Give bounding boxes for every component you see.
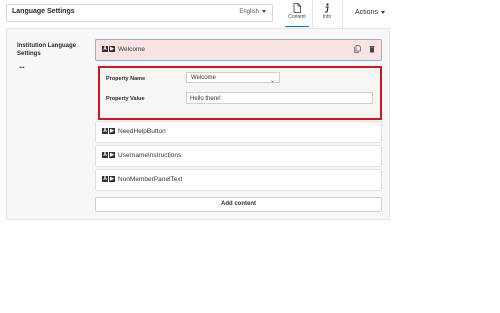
property-name-value: Welcome bbox=[191, 75, 216, 81]
text-block-icon: A ▶ bbox=[102, 128, 115, 134]
duplicate-icon[interactable] bbox=[354, 45, 361, 53]
document-icon bbox=[293, 3, 301, 13]
property-value-label: Property Value bbox=[106, 96, 145, 102]
list-item-label: UsernameInstructions bbox=[118, 152, 182, 159]
property-value-input[interactable]: Hello there! bbox=[186, 92, 373, 104]
text-block-icon: A ▶ bbox=[102, 46, 115, 52]
tab-info-label: Info bbox=[322, 14, 332, 20]
caret-down-icon bbox=[380, 10, 385, 14]
info-icon bbox=[325, 3, 329, 13]
title-bar: Language Settings English bbox=[6, 4, 273, 22]
item-actions bbox=[354, 45, 375, 53]
language-dropdown[interactable]: English bbox=[239, 9, 266, 15]
language-value: English bbox=[239, 9, 259, 15]
property-value-text: Hello there! bbox=[190, 96, 221, 102]
divider bbox=[312, 0, 313, 28]
list-item-usernameinstructions[interactable]: A ▶ UsernameInstructions bbox=[95, 145, 382, 167]
page-title: Language Settings bbox=[12, 8, 75, 15]
actions-menu-button[interactable]: Actions bbox=[355, 9, 385, 16]
list-item-label: NeedHelpButton bbox=[118, 128, 166, 135]
list-item-welcome[interactable]: A ▶ Welcome bbox=[95, 39, 382, 61]
actions-label: Actions bbox=[355, 9, 378, 16]
property-name-select[interactable]: Welcome ⌄ bbox=[186, 72, 280, 84]
caret-down-icon bbox=[262, 9, 266, 13]
property-editor: Property Name Welcome ⌄ Property Value H… bbox=[98, 66, 382, 120]
list-item-label: Welcome bbox=[118, 46, 145, 53]
tab-content-label: Content bbox=[288, 14, 306, 20]
tab-content[interactable]: Content bbox=[285, 2, 309, 27]
property-name-label: Property Name bbox=[106, 76, 146, 82]
text-block-icon: A ▶ bbox=[102, 152, 115, 158]
list-item-nonmemberpaneltext[interactable]: A ▶ NonMemberPanelText bbox=[95, 169, 382, 191]
top-bar: Language Settings English Content Info A… bbox=[0, 0, 500, 28]
section-label: Institution Language Settings bbox=[17, 43, 76, 57]
divider bbox=[342, 0, 343, 28]
list-item-label: NonMemberPanelText bbox=[118, 176, 183, 183]
content-panel: Institution Language Settings ... A ▶ Wel… bbox=[6, 28, 390, 220]
trash-icon[interactable] bbox=[369, 45, 375, 53]
list-item-needhelpbutton[interactable]: A ▶ NeedHelpButton bbox=[95, 121, 382, 143]
text-block-icon: A ▶ bbox=[102, 176, 115, 182]
more-options-button[interactable]: ... bbox=[19, 61, 25, 70]
tab-info[interactable]: Info bbox=[316, 2, 338, 26]
chevron-down-icon: ⌄ bbox=[269, 78, 275, 84]
add-content-button[interactable]: Add content bbox=[95, 197, 382, 212]
